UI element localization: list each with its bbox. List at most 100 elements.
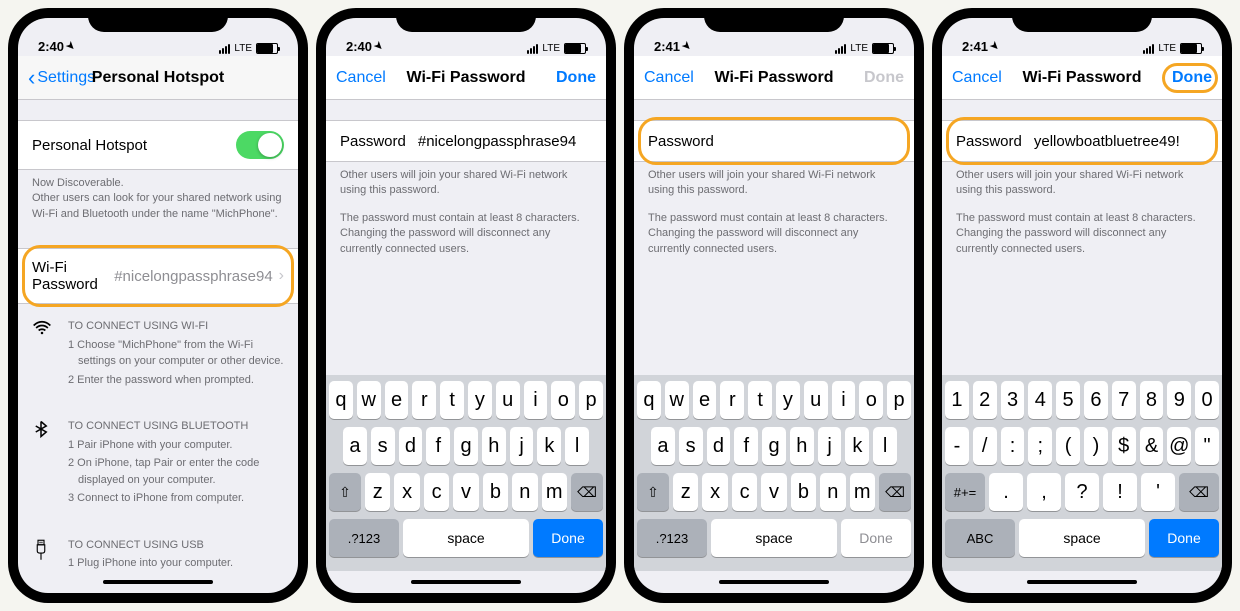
key-"[interactable]: "	[1195, 427, 1219, 465]
key-b[interactable]: b	[791, 473, 816, 511]
keyboard[interactable]: qwertyuiop asdfghjkl ⇧zxcvbnm⌫ .?123 spa…	[634, 375, 914, 571]
key-o[interactable]: o	[859, 381, 883, 419]
home-indicator[interactable]	[942, 571, 1222, 593]
done-button[interactable]: Done	[1172, 69, 1212, 87]
shift-key[interactable]: ⇧	[637, 473, 669, 511]
key-q[interactable]: q	[637, 381, 661, 419]
key-0[interactable]: 0	[1195, 381, 1219, 419]
hotspot-toggle-row[interactable]: Personal Hotspot	[18, 120, 298, 170]
key-4[interactable]: 4	[1028, 381, 1052, 419]
key--[interactable]: -	[945, 427, 969, 465]
delete-key[interactable]: ⌫	[879, 473, 911, 511]
password-input[interactable]	[418, 133, 606, 150]
key-7[interactable]: 7	[1112, 381, 1136, 419]
delete-key[interactable]: ⌫	[1179, 473, 1219, 511]
key-a[interactable]: a	[651, 427, 675, 465]
key-3[interactable]: 3	[1001, 381, 1025, 419]
key-?[interactable]: ?	[1065, 473, 1099, 511]
key-z[interactable]: z	[673, 473, 698, 511]
key-)[interactable]: )	[1084, 427, 1108, 465]
space-key[interactable]: space	[1019, 519, 1145, 557]
cancel-button[interactable]: Cancel	[644, 69, 694, 87]
keyboard-switch-key[interactable]: .?123	[637, 519, 707, 557]
toggle-switch[interactable]	[236, 131, 284, 159]
key-t[interactable]: t	[440, 381, 464, 419]
key-k[interactable]: k	[537, 427, 561, 465]
key-.[interactable]: .	[989, 473, 1023, 511]
shift-key[interactable]: ⇧	[329, 473, 361, 511]
keyboard[interactable]: 1234567890 -/:;()$&@" #+=.,?!'⌫ ABC spac…	[942, 375, 1222, 571]
key-v[interactable]: v	[761, 473, 786, 511]
key-9[interactable]: 9	[1167, 381, 1191, 419]
back-button[interactable]: ‹Settings	[28, 67, 95, 89]
keyboard-switch-key[interactable]: ABC	[945, 519, 1015, 557]
key-g[interactable]: g	[762, 427, 786, 465]
key-y[interactable]: y	[776, 381, 800, 419]
key-p[interactable]: p	[887, 381, 911, 419]
key-:[interactable]: :	[1001, 427, 1025, 465]
key-x[interactable]: x	[702, 473, 727, 511]
key-e[interactable]: e	[693, 381, 717, 419]
key-y[interactable]: y	[468, 381, 492, 419]
keyboard-done-key[interactable]: Done	[533, 519, 603, 557]
key-$[interactable]: $	[1112, 427, 1136, 465]
key-t[interactable]: t	[748, 381, 772, 419]
key-6[interactable]: 6	[1084, 381, 1108, 419]
key-f[interactable]: f	[734, 427, 758, 465]
key-w[interactable]: w	[665, 381, 689, 419]
key-![interactable]: !	[1103, 473, 1137, 511]
key-r[interactable]: r	[412, 381, 436, 419]
key-w[interactable]: w	[357, 381, 381, 419]
key-c[interactable]: c	[732, 473, 757, 511]
key-1[interactable]: 1	[945, 381, 969, 419]
key-i[interactable]: i	[832, 381, 856, 419]
key-5[interactable]: 5	[1056, 381, 1080, 419]
key-b[interactable]: b	[483, 473, 508, 511]
key-s[interactable]: s	[371, 427, 395, 465]
key-m[interactable]: m	[542, 473, 567, 511]
key-g[interactable]: g	[454, 427, 478, 465]
keyboard-done-key[interactable]: Done	[1149, 519, 1219, 557]
keyboard-switch-key[interactable]: .?123	[329, 519, 399, 557]
password-row[interactable]: Password ✕	[942, 120, 1222, 162]
key-,[interactable]: ,	[1027, 473, 1061, 511]
keyboard[interactable]: qwertyuiop asdfghjkl ⇧zxcvbnm⌫ .?123 spa…	[326, 375, 606, 571]
key-h[interactable]: h	[790, 427, 814, 465]
cancel-button[interactable]: Cancel	[952, 69, 1002, 87]
key-@[interactable]: @	[1167, 427, 1191, 465]
done-button[interactable]: Done	[556, 69, 596, 87]
key-u[interactable]: u	[804, 381, 828, 419]
key-v[interactable]: v	[453, 473, 478, 511]
key-f[interactable]: f	[426, 427, 450, 465]
key-([interactable]: (	[1056, 427, 1080, 465]
key-j[interactable]: j	[510, 427, 534, 465]
key-8[interactable]: 8	[1140, 381, 1164, 419]
key-2[interactable]: 2	[973, 381, 997, 419]
password-row[interactable]: Password	[634, 120, 914, 162]
space-key[interactable]: space	[403, 519, 529, 557]
key-e[interactable]: e	[385, 381, 409, 419]
key-i[interactable]: i	[524, 381, 548, 419]
key-o[interactable]: o	[551, 381, 575, 419]
key-j[interactable]: j	[818, 427, 842, 465]
key-z[interactable]: z	[365, 473, 390, 511]
delete-key[interactable]: ⌫	[571, 473, 603, 511]
home-indicator[interactable]	[634, 571, 914, 593]
home-indicator[interactable]	[326, 571, 606, 593]
key-d[interactable]: d	[399, 427, 423, 465]
space-key[interactable]: space	[711, 519, 837, 557]
key-x[interactable]: x	[394, 473, 419, 511]
key-n[interactable]: n	[512, 473, 537, 511]
key-r[interactable]: r	[720, 381, 744, 419]
home-indicator[interactable]	[18, 571, 298, 593]
key-k[interactable]: k	[845, 427, 869, 465]
key-q[interactable]: q	[329, 381, 353, 419]
key-n[interactable]: n	[820, 473, 845, 511]
key-p[interactable]: p	[579, 381, 603, 419]
key-d[interactable]: d	[707, 427, 731, 465]
password-input[interactable]	[1034, 133, 1222, 150]
key-l[interactable]: l	[873, 427, 897, 465]
key-c[interactable]: c	[424, 473, 449, 511]
password-row[interactable]: Password ✕	[326, 120, 606, 162]
key-'[interactable]: '	[1141, 473, 1175, 511]
